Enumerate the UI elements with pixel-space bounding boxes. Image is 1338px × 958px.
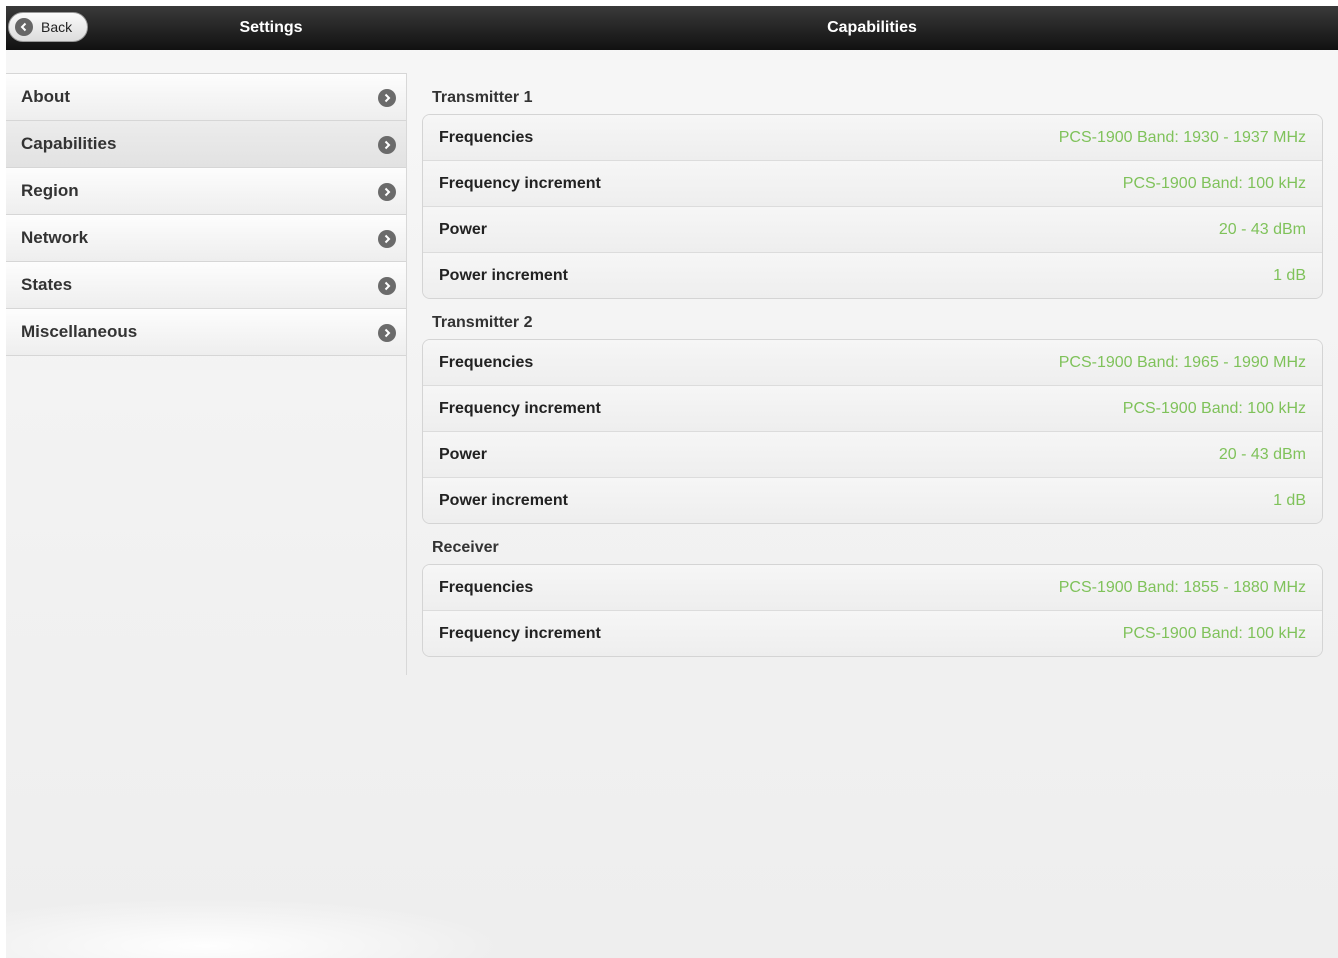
row-value: PCS-1900 Band: 100 kHz: [1122, 400, 1306, 417]
chevron-left-circle-icon: [15, 18, 33, 36]
sidebar-item-label: Region: [21, 181, 79, 200]
sidebar-item-label: States: [21, 275, 73, 294]
row-label: Power increment: [439, 492, 568, 509]
row-label: Frequency increment: [439, 400, 601, 417]
list-item: Frequencies PCS-1900 Band: 1965 - 1990 M…: [423, 340, 1322, 385]
top-bar: Back Settings Capabilities: [6, 6, 1338, 50]
group-receiver: Frequencies PCS-1900 Band: 1855 - 1880 M…: [422, 564, 1323, 657]
list-item: Frequency increment PCS-1900 Band: 100 k…: [423, 160, 1322, 206]
sidebar: About Capabilities Region Network States…: [6, 73, 407, 675]
row-label: Frequencies: [439, 129, 534, 146]
capabilities-content: Transmitter 1 Frequencies PCS-1900 Band:…: [422, 78, 1323, 661]
row-value: PCS-1900 Band: 1965 - 1990 MHz: [1058, 354, 1306, 371]
row-value: PCS-1900 Band: 100 kHz: [1122, 625, 1306, 642]
sidebar-item-about[interactable]: About: [6, 73, 406, 120]
sidebar-item-label: About: [21, 87, 71, 106]
chevron-right-circle-icon: [378, 89, 396, 107]
row-value: PCS-1900 Band: 1930 - 1937 MHz: [1058, 129, 1306, 146]
group-transmitter-2: Frequencies PCS-1900 Band: 1965 - 1990 M…: [422, 339, 1323, 524]
sidebar-item-miscellaneous[interactable]: Miscellaneous: [6, 308, 406, 356]
group-title-receiver: Receiver: [432, 539, 499, 556]
group-title-transmitter-1: Transmitter 1: [432, 89, 533, 106]
back-button[interactable]: Back: [8, 12, 88, 42]
row-label: Frequencies: [439, 354, 534, 371]
sidebar-item-label: Network: [21, 228, 89, 247]
group-title-transmitter-2: Transmitter 2: [432, 314, 533, 331]
list-item: Frequencies PCS-1900 Band: 1855 - 1880 M…: [423, 565, 1322, 610]
chevron-right-circle-icon: [378, 136, 396, 154]
row-value: PCS-1900 Band: 1855 - 1880 MHz: [1058, 579, 1306, 596]
row-value: 1 dB: [1273, 492, 1306, 509]
chevron-right-circle-icon: [378, 230, 396, 248]
list-item: Power increment 1 dB: [423, 252, 1322, 298]
row-label: Power: [439, 446, 488, 463]
row-value: 20 - 43 dBm: [1218, 446, 1306, 463]
row-value: PCS-1900 Band: 100 kHz: [1122, 175, 1306, 192]
row-label: Frequency increment: [439, 175, 601, 192]
chevron-right-circle-icon: [378, 277, 396, 295]
app-window: Back Settings Capabilities About Capabil…: [6, 6, 1338, 958]
list-item: Frequency increment PCS-1900 Band: 100 k…: [423, 385, 1322, 431]
group-transmitter-1: Frequencies PCS-1900 Band: 1930 - 1937 M…: [422, 114, 1323, 299]
sidebar-item-label: Capabilities: [21, 134, 117, 153]
row-value: 20 - 43 dBm: [1218, 221, 1306, 238]
settings-title: Settings: [239, 19, 303, 36]
list-item: Power increment 1 dB: [423, 477, 1322, 523]
back-button-label: Back: [41, 19, 73, 35]
list-item: Power 20 - 43 dBm: [423, 206, 1322, 252]
row-label: Frequency increment: [439, 625, 601, 642]
sidebar-item-region[interactable]: Region: [6, 167, 406, 214]
list-item: Power 20 - 43 dBm: [423, 431, 1322, 477]
row-value: 1 dB: [1273, 267, 1306, 284]
background-decoration: [6, 898, 506, 958]
list-item: Frequency increment PCS-1900 Band: 100 k…: [423, 610, 1322, 656]
row-label: Power increment: [439, 267, 568, 284]
chevron-right-circle-icon: [378, 324, 396, 342]
row-label: Power: [439, 221, 488, 238]
list-item: Frequencies PCS-1900 Band: 1930 - 1937 M…: [423, 115, 1322, 160]
chevron-right-circle-icon: [378, 183, 396, 201]
sidebar-item-states[interactable]: States: [6, 261, 406, 308]
sidebar-item-network[interactable]: Network: [6, 214, 406, 261]
sidebar-item-label: Miscellaneous: [21, 322, 138, 341]
page-title: Capabilities: [827, 19, 917, 36]
sidebar-item-capabilities[interactable]: Capabilities: [6, 120, 406, 167]
row-label: Frequencies: [439, 579, 534, 596]
